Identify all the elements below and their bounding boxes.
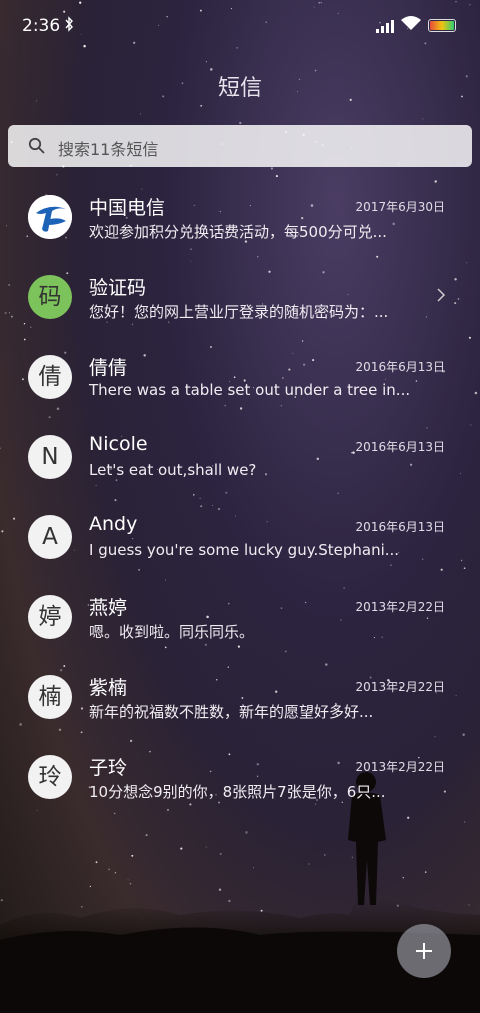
conversation-item[interactable]: 楠紫楠 2013年2月22日新年的祝福数不胜数，新年的愿望好多好... — [0, 661, 480, 741]
conversation-name: 紫楠 — [89, 677, 128, 699]
conversation-name: Andy — [89, 513, 138, 535]
conversation-name: 验证码 — [89, 277, 147, 299]
signal-icon — [376, 18, 394, 37]
status-bar: 2:36 — [0, 0, 480, 52]
conversation-date: 2013年2月22日 — [355, 680, 445, 694]
search-icon — [28, 137, 46, 159]
conversation-item[interactable]: 码验证码您好！您的网上营业厅登录的随机密码为：... — [0, 261, 480, 341]
conversation-preview: I guess you're some lucky guy.Stephani..… — [89, 541, 400, 559]
conversation-date: 2017年6月30日 — [355, 200, 445, 214]
conversation-name: 中国电信 — [89, 197, 166, 219]
avatar: N — [28, 435, 72, 479]
conversation-name: 燕婷 — [89, 597, 128, 619]
china-telecom-logo — [28, 195, 72, 239]
avatar: 楠 — [28, 675, 72, 719]
wifi-icon — [401, 15, 421, 35]
search-bar[interactable]: 搜索11条短信 — [8, 125, 472, 167]
conversation-preview: There was a table set out under a tree i… — [89, 381, 411, 399]
conversation-date: 2016年6月13日 — [355, 360, 445, 374]
plus-icon — [416, 943, 432, 959]
conversation-preview: 欢迎参加积分兑换话费活动，每500分可兑... — [89, 223, 387, 241]
conversation-item[interactable]: 玲子玲 2013年2月22日 10分想念9别的你，8张照片7张是你，6只... — [0, 741, 480, 821]
new-message-button[interactable] — [397, 924, 451, 978]
avatar: 婷 — [28, 595, 72, 639]
conversation-preview: 新年的祝福数不胜数，新年的愿望好多好... — [89, 703, 374, 721]
conversation-preview: 您好！您的网上营业厅登录的随机密码为：... — [89, 303, 389, 321]
page-title: 短信 — [217, 76, 262, 101]
conversation-item[interactable]: A Andy 2016年6月13日 I guess you're some lucky… — [0, 501, 480, 581]
conversation-name: 子玲 — [89, 757, 128, 779]
conversation-item[interactable]: N Nicole 2016年6月13日 Let's eat out,shall we? — [0, 421, 480, 501]
status-time: 2:36 — [22, 16, 61, 36]
conversation-date: 2013年2月22日 — [355, 600, 445, 614]
conversation-date: 2016年6月13日 — [355, 440, 445, 454]
conversation-preview: 嗯。收到啦。同乐同乐。 — [89, 623, 255, 641]
chevron-right-icon — [436, 287, 446, 307]
avatar: 玲 — [28, 755, 72, 799]
avatar: A — [28, 515, 72, 559]
bluetooth-icon — [64, 16, 74, 36]
conversation-preview: 10分想念9别的你，8张照片7张是你，6只... — [89, 783, 386, 801]
conversation-date: 2016年6月13日 — [355, 520, 445, 534]
avatar: 码 — [28, 275, 72, 319]
conversation-date: 2013年2月22日 — [355, 760, 445, 774]
conversation-item[interactable]: 倩倩倩 2016年6月13日 There was a table set out u… — [0, 341, 480, 421]
conversation-preview: Let's eat out,shall we? — [89, 461, 257, 479]
conversation-name: Nicole — [89, 433, 148, 455]
search-input[interactable]: 搜索11条短信 — [58, 136, 158, 160]
conversation-item[interactable]: 中国电信 2017年6月30日欢迎参加积分兑换话费活动，每500分可兑... — [0, 181, 480, 261]
conversation-name: 倩倩 — [89, 357, 128, 379]
avatar — [28, 195, 72, 239]
avatar: 倩 — [28, 355, 72, 399]
conversation-item[interactable]: 婷燕婷 2013年2月22日嗯。收到啦。同乐同乐。 — [0, 581, 480, 661]
battery-icon — [428, 19, 456, 32]
